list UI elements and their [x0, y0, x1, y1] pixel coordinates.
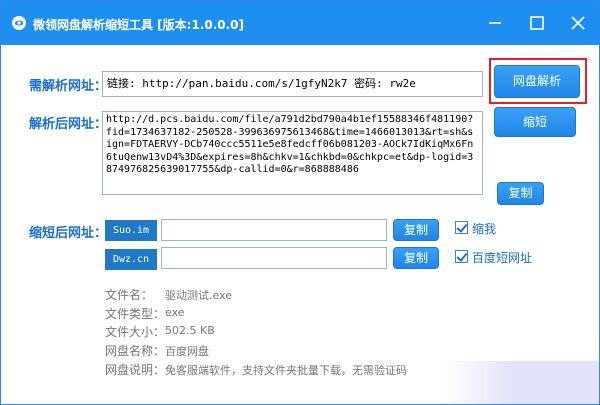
- suo-im-checkbox[interactable]: [455, 221, 468, 234]
- parsed-url-textarea[interactable]: http://d.pcs.baidu.com/file/a791d2bd790a…: [102, 111, 483, 195]
- suo-im-checkbox-label: 缩我: [472, 222, 497, 236]
- highlight-box: [489, 58, 587, 104]
- suo-im-tag: Suo.im: [105, 220, 157, 241]
- maximize-icon[interactable]: [529, 15, 545, 31]
- file-type-key: 文件类型：: [105, 307, 166, 321]
- drive-desc-key: 网盘说明：: [105, 363, 166, 377]
- suo-im-output[interactable]: [161, 219, 387, 241]
- copy-suo-button[interactable]: 复制: [393, 219, 439, 241]
- file-name-value: 驱动测试.exe: [165, 289, 233, 302]
- app-logo-icon: [12, 16, 26, 30]
- parsed-url-label: 解析后网址：: [29, 117, 108, 132]
- file-size-key: 文件大小：: [105, 325, 166, 339]
- file-size-value: 502.5 KB: [165, 324, 215, 337]
- drive-desc-value: 免客服端软件，支持文件夹批量下载，无需验证码: [165, 364, 407, 377]
- need-url-input[interactable]: 链接: http://pan.baidu.com/s/1gfyN2k7 密码: …: [102, 71, 483, 97]
- file-type-value: exe: [165, 306, 185, 319]
- short-url-label: 缩短后网址：: [29, 226, 108, 241]
- copy-dwz-button[interactable]: 复制: [393, 247, 439, 269]
- close-icon[interactable]: [570, 15, 586, 31]
- need-url-label: 需解析网址：: [29, 79, 108, 94]
- app-window: 微领网盘解析缩短工具 [版本:1.0.0.0] 需解析网址： 链接: http:…: [0, 0, 600, 405]
- window-title: 微领网盘解析缩短工具 [版本:1.0.0.0]: [33, 18, 245, 32]
- dwz-cn-tag: Dwz.cn: [105, 249, 157, 270]
- file-name-key: 文件名：: [105, 288, 154, 302]
- dwz-cn-checkbox-label: 百度短网址: [472, 251, 533, 265]
- dwz-cn-output[interactable]: [161, 247, 387, 269]
- copy-parsed-button[interactable]: 复制: [497, 182, 544, 205]
- dwz-cn-checkbox[interactable]: [455, 250, 468, 263]
- title-bar[interactable]: 微领网盘解析缩短工具 [版本:1.0.0.0]: [1, 1, 599, 45]
- minimize-icon[interactable]: [487, 15, 503, 31]
- drive-name-value: 百度网盘: [165, 345, 209, 358]
- watermark-overlay: [441, 361, 599, 404]
- shorten-button[interactable]: 缩短: [494, 107, 576, 137]
- drive-name-key: 网盘名称：: [105, 344, 166, 358]
